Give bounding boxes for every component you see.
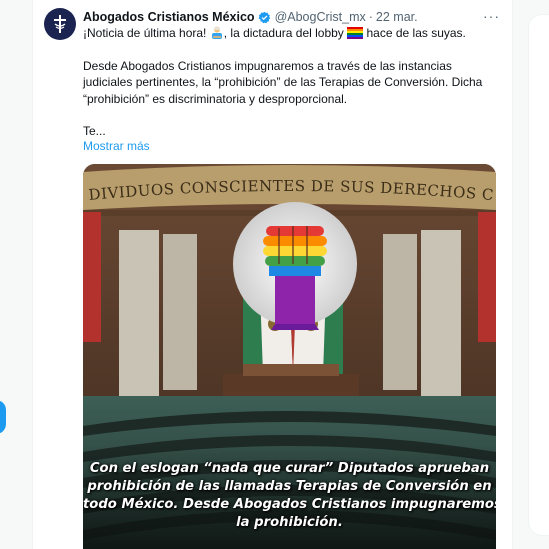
judge-emoji-icon [211, 26, 222, 39]
right-sidebar [520, 0, 549, 549]
display-name[interactable]: Abogados Cristianos México [83, 10, 255, 24]
compose-fab[interactable] [0, 400, 6, 434]
separator-dot: · [368, 10, 373, 24]
tweet-paragraph-2: Desde Abogados Cristianos impugnaremos a… [83, 58, 483, 106]
tweet-header: Abogados Cristianos México @AbogCrist_mx… [83, 9, 503, 25]
more-options-icon[interactable]: ··· [483, 8, 500, 24]
tweet-paragraph-3: Te... [83, 124, 106, 139]
caption-line: la prohibición. [236, 515, 343, 530]
stone-panel [421, 230, 461, 396]
stone-panel [119, 230, 159, 396]
image-caption: Con el eslogan “nada que curar” Diputado… [83, 460, 496, 532]
stone-panel [383, 234, 417, 390]
left-red-panel [83, 212, 101, 342]
text-segment: , la dictadura del lobby [223, 26, 348, 40]
rainbow-flag-emoji-icon [347, 27, 364, 39]
tweet-line-1: ¡Noticia de última hora! , la dictadura … [83, 25, 498, 41]
stone-panel [163, 234, 197, 390]
caption-line: todo México. Desde Abogados Cristianos i… [83, 497, 496, 512]
verified-badge-icon [258, 11, 270, 23]
sidebar-card [528, 14, 549, 536]
cross-logo-icon [54, 15, 66, 33]
tweet-media-image[interactable]: DIVIDUOS CONSCIENTES DE SUS DERECHOS CON… [83, 164, 496, 549]
text-segment: hace de las suyas. [363, 26, 466, 40]
right-red-panel [478, 212, 496, 342]
tweet-text: ¡Noticia de última hora! , la dictadura … [83, 25, 498, 140]
show-more-link[interactable]: Mostrar más [83, 139, 150, 153]
user-handle[interactable]: @AbogCrist_mx [275, 10, 366, 24]
tweet-date[interactable]: 22 mar. [376, 10, 418, 24]
avatar[interactable] [44, 8, 76, 40]
caption-line: prohibición de las llamadas Terapias de … [87, 479, 492, 494]
caption-line: Con el eslogan “nada que curar” Diputado… [89, 461, 490, 476]
text-segment: ¡Noticia de última hora! [83, 26, 210, 40]
